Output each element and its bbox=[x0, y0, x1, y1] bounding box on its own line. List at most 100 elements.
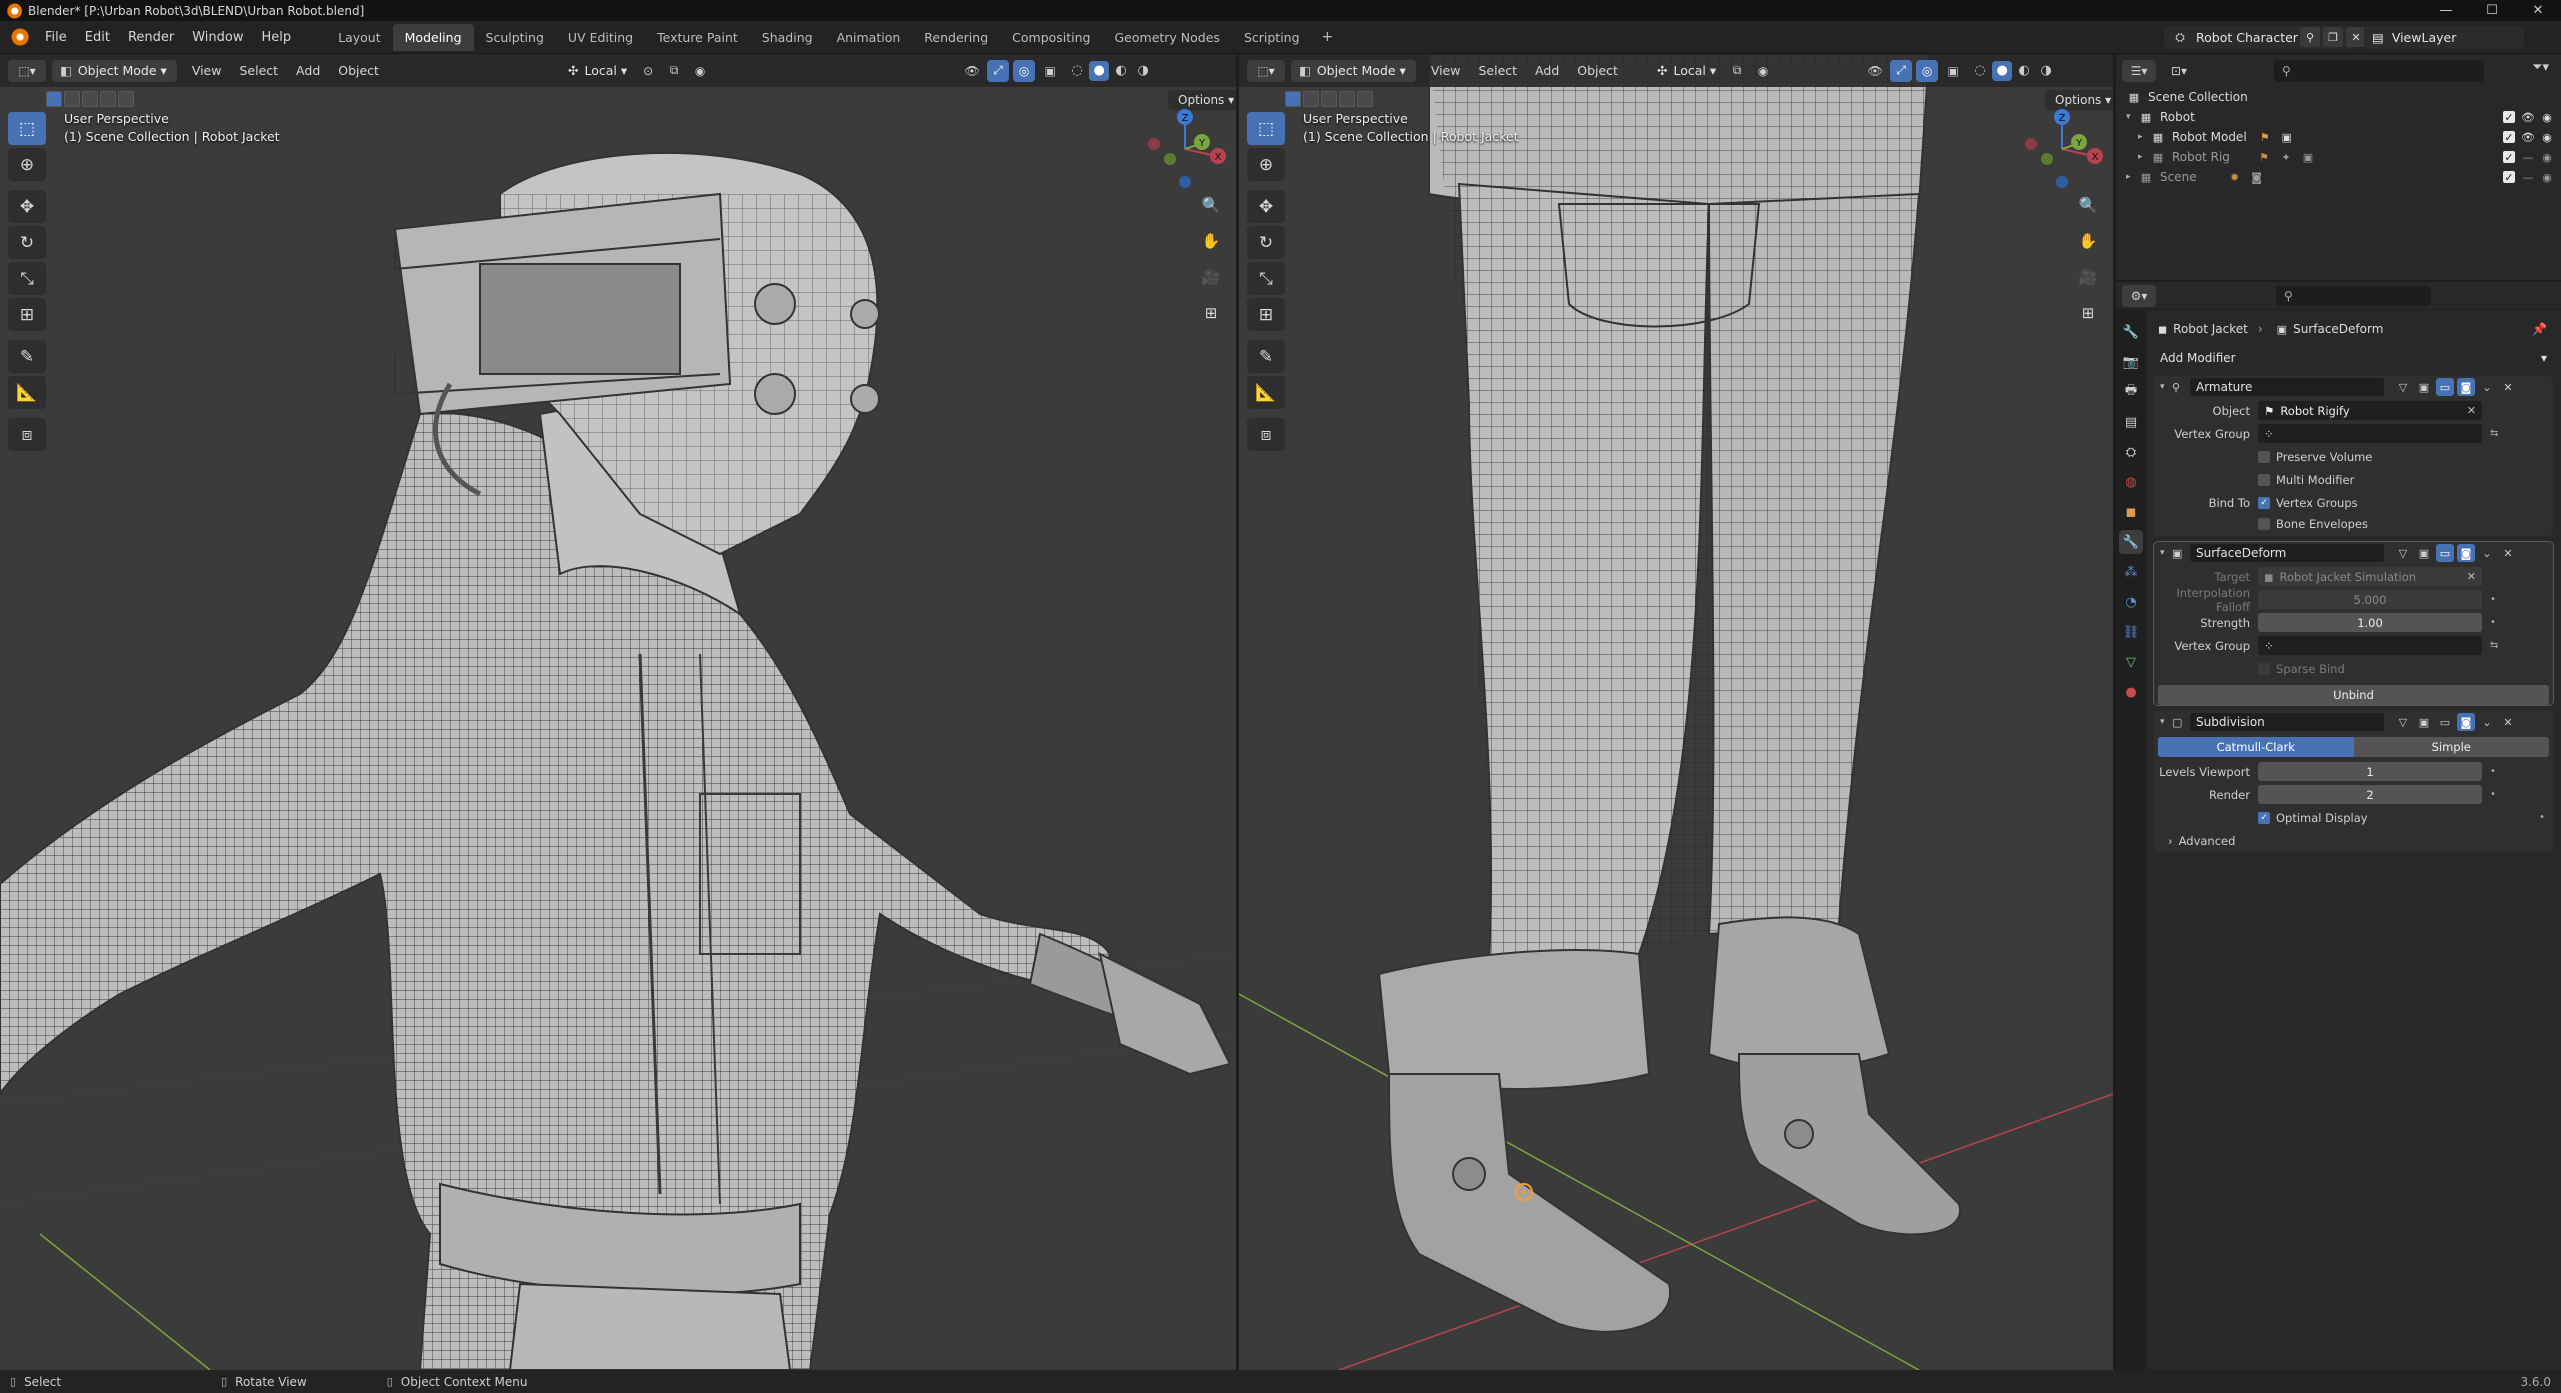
keyframe-dot-icon[interactable]: • bbox=[2490, 594, 2496, 605]
remove-modifier-icon[interactable]: ✕ bbox=[2499, 544, 2517, 562]
tab-texture-paint[interactable]: Texture Paint bbox=[645, 24, 750, 51]
navigation-gizmo-right[interactable]: Z X Y bbox=[2017, 104, 2107, 194]
navigation-gizmo[interactable]: Z X Y bbox=[1140, 104, 1230, 194]
select-intersect-icon[interactable] bbox=[118, 91, 134, 107]
object-tab-icon[interactable]: ◼ bbox=[2119, 500, 2143, 524]
transform-tool-icon[interactable]: ⊞ bbox=[8, 298, 46, 331]
select-extend-icon-right[interactable] bbox=[1303, 91, 1319, 107]
rotate-tool-icon-right[interactable]: ↻ bbox=[1247, 226, 1285, 259]
menu-window[interactable]: Window bbox=[183, 21, 252, 54]
wireframe-shading-icon-right[interactable]: ◌ bbox=[1970, 61, 1990, 81]
select-new-icon-right[interactable] bbox=[1285, 91, 1301, 107]
edit-mode-toggle-icon[interactable]: ▽ bbox=[2394, 544, 2412, 562]
exclude-checkbox[interactable]: ✓ bbox=[2503, 171, 2515, 184]
overlay-toggle-icon[interactable]: ◎ bbox=[1013, 59, 1036, 82]
viewport-menu-object[interactable]: Object bbox=[329, 63, 388, 78]
editor-type-icon[interactable]: ⬚▾ bbox=[8, 59, 46, 82]
levels-viewport-field[interactable]: 1 bbox=[2258, 762, 2482, 781]
render-tab-icon[interactable]: 📷 bbox=[2119, 350, 2143, 374]
keyframe-dot-icon[interactable]: • bbox=[2490, 617, 2496, 628]
properties-search-input[interactable]: ⚲ bbox=[2276, 285, 2431, 306]
invert-vertex-group-icon[interactable]: ⇆ bbox=[2490, 428, 2498, 439]
gizmo-toggle-icon-right[interactable]: ⤢ bbox=[1890, 59, 1913, 82]
material-shading-icon[interactable]: ◐ bbox=[1111, 61, 1131, 81]
tab-rendering[interactable]: Rendering bbox=[912, 24, 1000, 51]
viewport-menu-add[interactable]: Add bbox=[287, 63, 329, 78]
ortho-grid-icon[interactable]: ⊞ bbox=[1196, 298, 1226, 328]
maximize-button[interactable]: ☐ bbox=[2469, 0, 2515, 21]
optimal-display-checkbox[interactable]: ✓ Optimal Display bbox=[2258, 811, 2368, 825]
armature-modifier-name-field[interactable]: Armature bbox=[2190, 378, 2384, 396]
gizmo-toggle-icon[interactable]: ⤢ bbox=[987, 59, 1010, 82]
proportional-edit-icon-right[interactable]: ◉ bbox=[1752, 60, 1774, 82]
annotate-tool-icon[interactable]: ✎ bbox=[8, 340, 46, 373]
outliner-row-scene[interactable]: ▸ ▦ Scene ✹ ◙ ✓ — ◉ bbox=[2116, 167, 2561, 187]
world-tab-icon[interactable]: ◍ bbox=[2119, 470, 2143, 494]
cursor-tool-icon[interactable]: ⊕ bbox=[8, 148, 46, 181]
viewport-toggle-icon[interactable]: ▭ bbox=[2436, 544, 2454, 562]
exclude-checkbox[interactable]: ✓ bbox=[2503, 111, 2515, 124]
expand-arrow-icon[interactable]: ▸ bbox=[2138, 152, 2150, 162]
tab-uv-editing[interactable]: UV Editing bbox=[556, 24, 645, 51]
view-layer-selector[interactable]: ▤ ViewLayer bbox=[2364, 26, 2524, 49]
render-toggle-icon[interactable]: ◙ bbox=[2457, 378, 2475, 396]
properties-editor-type-icon[interactable]: ⚙▾ bbox=[2122, 284, 2156, 307]
transform-tool-icon-right[interactable]: ⊞ bbox=[1247, 298, 1285, 331]
viewport-toggle-icon[interactable]: ▭ bbox=[2436, 713, 2454, 731]
outliner-row-robot[interactable]: ▾ ▦ Robot ✓ 👁 ◉ bbox=[2116, 107, 2561, 127]
snap-icon-right[interactable]: ⧉ bbox=[1726, 60, 1748, 82]
tab-modeling[interactable]: Modeling bbox=[392, 23, 474, 51]
remove-modifier-icon[interactable]: ✕ bbox=[2499, 713, 2517, 731]
ortho-grid-icon-right[interactable]: ⊞ bbox=[2073, 298, 2103, 328]
collapse-arrow-icon[interactable]: ▾ bbox=[2160, 382, 2172, 392]
move-tool-icon[interactable]: ✥ bbox=[8, 190, 46, 223]
cage-toggle-icon[interactable]: ▣ bbox=[2415, 713, 2433, 731]
object-mode-dropdown[interactable]: ◧ Object Mode ▾ bbox=[52, 59, 177, 82]
camera-view-icon-right[interactable]: 🎥 bbox=[2073, 262, 2103, 292]
visibility-icon-right[interactable]: 👁 bbox=[1864, 60, 1886, 82]
tab-geometry-nodes[interactable]: Geometry Nodes bbox=[1103, 24, 1232, 51]
bone-envelopes-checkbox[interactable]: Bone Envelopes bbox=[2258, 517, 2368, 531]
eye-icon[interactable]: — bbox=[2522, 171, 2534, 184]
outliner-row-robot-rig[interactable]: ▸ ▦ Robot Rig ⚑ ✦ ▣ ✓ — ◉ bbox=[2116, 147, 2561, 167]
viewport-right-menu-view[interactable]: View bbox=[1422, 63, 1470, 78]
viewport-right-scene[interactable] bbox=[1239, 54, 2113, 1370]
measure-tool-icon-right[interactable]: 📐 bbox=[1247, 376, 1285, 409]
rendered-shading-icon-right[interactable]: ◑ bbox=[2036, 61, 2056, 81]
modifier-menu-icon[interactable]: ⌄ bbox=[2478, 378, 2496, 396]
data-tab-icon[interactable]: ▽ bbox=[2119, 650, 2143, 674]
wireframe-shading-icon[interactable]: ◌ bbox=[1067, 61, 1087, 81]
solid-shading-icon-right[interactable]: ● bbox=[1992, 60, 2013, 81]
armature-vertex-group-field[interactable]: ⁘ bbox=[2258, 424, 2482, 443]
preserve-volume-checkbox[interactable]: Preserve Volume bbox=[2258, 450, 2372, 464]
editor-type-icon-right[interactable]: ⬚▾ bbox=[1247, 59, 1285, 82]
filter-icon[interactable]: ⏷▾ bbox=[2532, 60, 2549, 75]
viewport-right-menu-add[interactable]: Add bbox=[1526, 63, 1568, 78]
subdivision-modifier-name-field[interactable]: Subdivision bbox=[2190, 713, 2384, 731]
add-cube-tool-icon[interactable]: ⧈ bbox=[8, 418, 46, 451]
camera-icon[interactable]: ◉ bbox=[2541, 111, 2553, 124]
outliner-editor-type-icon[interactable]: ☰▾ bbox=[2122, 59, 2156, 82]
armature-object-field[interactable]: ⚑ Robot Rigify ✕ bbox=[2258, 401, 2482, 420]
scale-tool-icon-right[interactable]: ⤡ bbox=[1247, 262, 1285, 295]
expand-arrow-icon[interactable]: ▾ bbox=[2126, 112, 2138, 122]
viewport-left-scene[interactable] bbox=[0, 54, 1236, 1370]
menu-render[interactable]: Render bbox=[119, 21, 183, 54]
viewport-menu-view[interactable]: View bbox=[183, 63, 231, 78]
render-levels-field[interactable]: 2 bbox=[2258, 785, 2482, 804]
select-extend-icon[interactable] bbox=[64, 91, 80, 107]
camera-view-icon[interactable]: 🎥 bbox=[1196, 262, 1226, 292]
cursor-tool-icon-right[interactable]: ⊕ bbox=[1247, 148, 1285, 181]
multi-modifier-checkbox[interactable]: Multi Modifier bbox=[2258, 473, 2354, 487]
eye-icon[interactable]: 👁 bbox=[2521, 131, 2535, 144]
viewport-menu-select[interactable]: Select bbox=[230, 63, 287, 78]
camera-icon[interactable]: ◉ bbox=[2541, 131, 2553, 144]
overlay-toggle-icon-right[interactable]: ◎ bbox=[1916, 59, 1939, 82]
surface-deform-vertex-group-field[interactable]: ⁘ bbox=[2258, 636, 2482, 655]
clear-field-icon[interactable]: ✕ bbox=[2467, 404, 2476, 417]
tab-scripting[interactable]: Scripting bbox=[1232, 24, 1312, 51]
surface-deform-modifier-name-field[interactable]: SurfaceDeform bbox=[2190, 544, 2384, 562]
strength-field[interactable]: 1.00 bbox=[2258, 613, 2482, 632]
select-new-icon[interactable] bbox=[46, 91, 62, 107]
constraints-tab-icon[interactable]: ⛓ bbox=[2119, 620, 2143, 644]
